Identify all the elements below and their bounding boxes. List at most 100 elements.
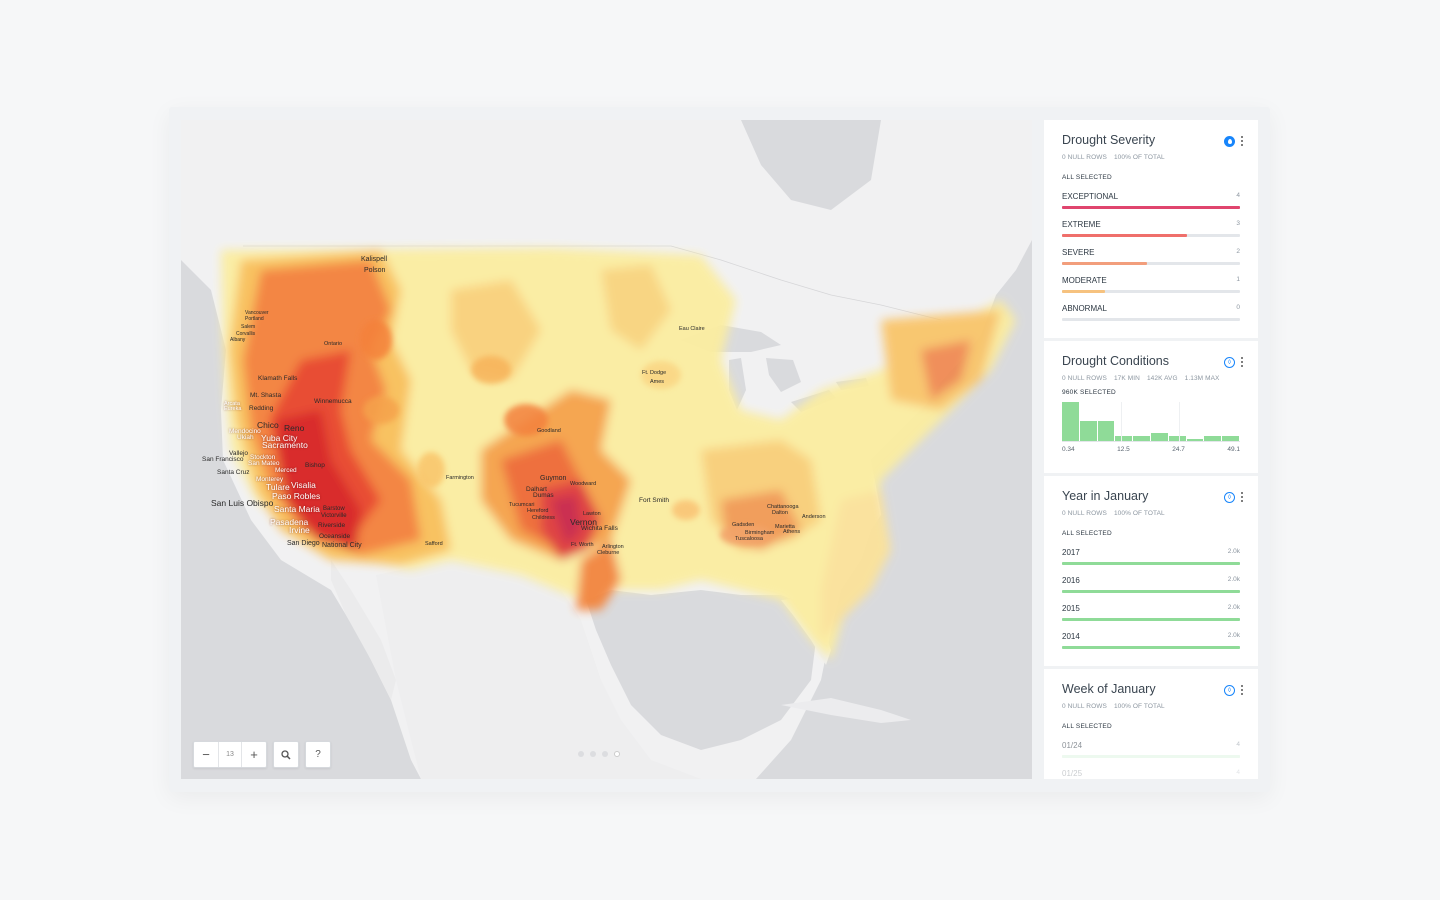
category-bar	[1062, 290, 1240, 293]
city-label: San Francisco	[202, 456, 244, 463]
city-label: Polson	[364, 267, 386, 274]
zoom-out-button[interactable]: −	[194, 742, 218, 767]
tick-label: 0.34	[1062, 446, 1075, 453]
histogram-bar[interactable]	[1133, 436, 1150, 441]
city-label: Albany	[230, 337, 246, 343]
category-bar	[1062, 234, 1240, 237]
more-vertical-icon[interactable]	[1240, 684, 1244, 696]
city-label: Dalton	[772, 510, 788, 516]
dot	[614, 751, 620, 757]
histogram-bar[interactable]	[1204, 436, 1222, 441]
category-item[interactable]: EXTREME 3	[1062, 220, 1240, 237]
widget-meta: 0 NULL ROWS 100% OF TOTAL	[1062, 510, 1240, 517]
category-bar	[1062, 562, 1240, 565]
category-bar	[1062, 206, 1240, 209]
category-row: 2016 2.0k	[1062, 576, 1240, 585]
pct-total: 100% OF TOTAL	[1113, 703, 1165, 710]
widget-title: Year in January	[1062, 489, 1149, 503]
histogram-bar[interactable]	[1186, 439, 1204, 441]
category-item[interactable]: 01/24 4	[1062, 741, 1240, 758]
category-list: 01/24 4 01/25 4	[1062, 741, 1240, 779]
category-item[interactable]: MODERATE 1	[1062, 276, 1240, 293]
category-bar	[1062, 262, 1240, 265]
city-label: Wichita Falls	[581, 525, 618, 532]
map-canvas[interactable]	[181, 120, 1032, 779]
category-bar	[1062, 755, 1240, 758]
avg-value: 142K AVG	[1146, 375, 1178, 382]
category-count: 2.0k	[1227, 604, 1240, 611]
pct-total: 100% OF TOTAL	[1113, 510, 1165, 517]
category-label: MODERATE	[1062, 276, 1107, 285]
city-label: Santa Maria	[274, 504, 320, 514]
category-bar-fill	[1062, 206, 1240, 209]
widget-actions: ◊	[1224, 356, 1244, 368]
category-label: 01/25	[1062, 769, 1083, 778]
selection-status: 960K SELECTED	[1062, 389, 1116, 396]
category-count: 4	[1236, 741, 1240, 748]
map-view[interactable]: Kalispell Polson Vancouver Portland Sale…	[181, 120, 1032, 779]
city-label: Ft. Dodge	[642, 370, 667, 376]
more-vertical-icon[interactable]	[1240, 135, 1244, 147]
null-rows: 0 NULL ROWS	[1062, 510, 1107, 517]
category-item[interactable]: EXCEPTIONAL 4	[1062, 192, 1240, 209]
city-label: Winnemucca	[314, 398, 352, 405]
droplet-outline-icon[interactable]: ◊	[1224, 684, 1235, 696]
droplet-icon[interactable]	[1224, 135, 1235, 147]
category-count: 2.0k	[1227, 576, 1240, 583]
category-item[interactable]: ABNORMAL 0	[1062, 304, 1240, 321]
search-button[interactable]	[273, 741, 299, 768]
histogram-bar[interactable]	[1222, 436, 1239, 441]
category-count: 4	[1236, 192, 1240, 199]
histogram-bar[interactable]	[1062, 402, 1079, 441]
category-row: 2015 2.0k	[1062, 604, 1240, 613]
histogram-gridline	[1179, 402, 1181, 442]
help-button[interactable]: ?	[305, 741, 331, 768]
category-item[interactable]: 01/25 4	[1062, 769, 1240, 779]
category-item[interactable]: 2017 2.0k	[1062, 548, 1240, 565]
city-label: Reno	[284, 423, 305, 433]
histogram-bar[interactable]	[1079, 421, 1097, 441]
category-count: 3	[1236, 220, 1240, 227]
widget-title: Drought Severity	[1062, 133, 1156, 147]
category-item[interactable]: 2016 2.0k	[1062, 576, 1240, 593]
category-item[interactable]: 2015 2.0k	[1062, 604, 1240, 621]
histogram-bar[interactable]	[1115, 436, 1133, 441]
null-rows: 0 NULL ROWS	[1062, 154, 1107, 161]
category-count: 0	[1236, 304, 1240, 311]
tick-label: 24.7	[1172, 446, 1185, 453]
widget-title: Drought Conditions	[1062, 354, 1170, 368]
droplet-outline-icon[interactable]: ◊	[1224, 356, 1235, 368]
city-label: Ft. Worth	[571, 542, 594, 548]
category-label: 2016	[1062, 576, 1080, 585]
city-label: Victorville	[321, 513, 347, 519]
widget-drought-severity: Drought Severity 0 NULL ROWS 100% OF TOT…	[1044, 120, 1258, 338]
category-label: 2017	[1062, 548, 1080, 557]
droplet-outline-icon[interactable]: ◊	[1224, 491, 1235, 503]
category-count: 2	[1236, 248, 1240, 255]
category-bar-fill	[1062, 234, 1187, 237]
more-vertical-icon[interactable]	[1240, 491, 1244, 503]
category-row: SEVERE 2	[1062, 248, 1240, 257]
city-label: Goodland	[537, 428, 561, 434]
zoom-in-button[interactable]: +	[242, 742, 266, 767]
more-vertical-icon[interactable]	[1240, 356, 1244, 368]
category-list: EXCEPTIONAL 4 EXTREME 3 SEVERE 2 MODERATE 1 ABNO…	[1062, 192, 1240, 321]
histogram-bar[interactable]	[1097, 421, 1115, 441]
widget-actions	[1224, 135, 1244, 147]
category-bar	[1062, 646, 1240, 649]
histogram-bar[interactable]	[1151, 433, 1168, 441]
city-label: Ontario	[324, 341, 343, 347]
histogram-bar[interactable]	[1168, 436, 1186, 441]
tick-label: 49.1	[1227, 446, 1240, 453]
histogram[interactable]	[1062, 402, 1240, 442]
city-label: Athens	[783, 529, 801, 535]
null-rows: 0 NULL ROWS	[1062, 703, 1107, 710]
city-label: Klamath Falls	[258, 375, 298, 382]
city-label: Mt. Shasta	[250, 392, 282, 399]
category-item[interactable]: SEVERE 2	[1062, 248, 1240, 265]
category-row: EXTREME 3	[1062, 220, 1240, 229]
city-label: Farmington	[446, 475, 474, 481]
city-label: Paso Robles	[272, 491, 321, 501]
category-item[interactable]: 2014 2.0k	[1062, 632, 1240, 649]
city-label: Ames	[650, 379, 665, 385]
